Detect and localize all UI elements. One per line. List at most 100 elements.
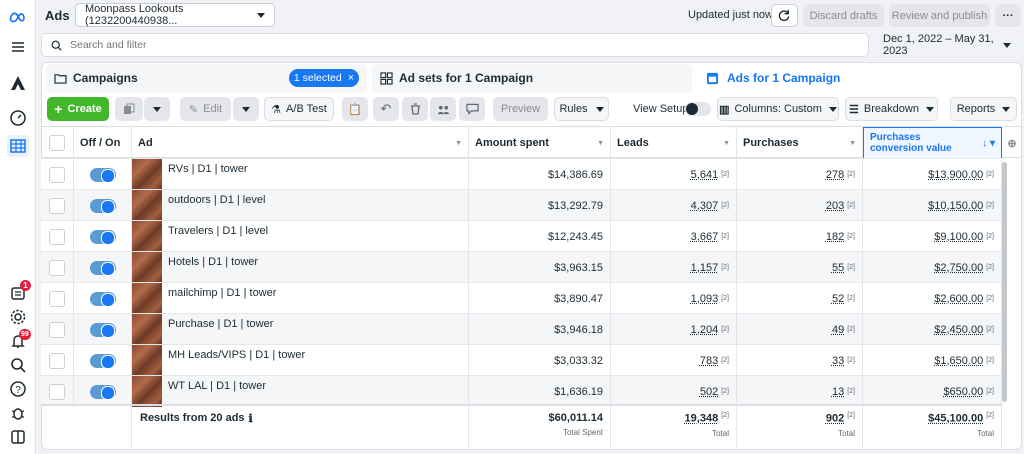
- ad-on-off-toggle[interactable]: [89, 322, 116, 338]
- table-row[interactable]: Travelers | D1 | level $12,243.45 3,667 [2]…: [41, 220, 1002, 252]
- bug-report-icon[interactable]: [7, 402, 29, 424]
- ad-thumbnail[interactable]: [132, 283, 162, 314]
- tab-ads[interactable]: Ads for 1 Campaign: [706, 64, 840, 92]
- refresh-button[interactable]: [771, 4, 798, 27]
- search-filter-bar[interactable]: [41, 33, 869, 57]
- table-row[interactable]: outdoors | D1 | level $13,292.79 4,307 [2] 2…: [41, 189, 1002, 221]
- columns-button[interactable]: ▥ Columns: Custom: [717, 97, 839, 121]
- vertical-scrollbar[interactable]: [1002, 162, 1007, 402]
- ad-name[interactable]: mailchimp | D1 | tower: [168, 287, 276, 299]
- header-leads[interactable]: Leads ▼: [611, 127, 737, 159]
- audience-button[interactable]: [430, 97, 456, 121]
- ad-thumbnail[interactable]: [132, 345, 162, 376]
- dashboard-gauge-icon[interactable]: [7, 107, 29, 129]
- notifications-list-icon[interactable]: 1: [7, 280, 31, 304]
- tab-campaigns[interactable]: Campaigns: [54, 64, 138, 92]
- table-row[interactable]: WT LAL | D1 | tower $1,636.19 502 [2] 13 [2] $…: [41, 375, 1002, 407]
- row-ad-cell: MH Leads/VIPS | D1 | tower: [132, 345, 469, 376]
- row-checkbox[interactable]: [49, 197, 65, 214]
- ad-on-off-toggle[interactable]: [89, 198, 116, 214]
- breakdown-button[interactable]: ☰ Breakdown: [845, 97, 938, 121]
- discard-drafts-button[interactable]: Discard drafts: [803, 4, 884, 27]
- row-checkbox[interactable]: [49, 383, 65, 400]
- row-checkbox[interactable]: [49, 166, 65, 183]
- ad-name[interactable]: Hotels | D1 | tower: [168, 256, 258, 268]
- ad-thumbnail[interactable]: [132, 252, 162, 283]
- panel-toggle-icon[interactable]: [7, 426, 29, 448]
- reports-button[interactable]: Reports: [950, 97, 1017, 121]
- duplicate-dropdown[interactable]: [144, 97, 170, 121]
- ad-thumbnail[interactable]: [132, 221, 162, 252]
- ad-on-off-toggle[interactable]: [89, 384, 116, 400]
- info-icon[interactable]: ℹ: [249, 412, 253, 425]
- ad-name[interactable]: WT LAL | D1 | tower: [168, 380, 266, 392]
- purchases-value: 55: [831, 261, 845, 274]
- header-ad[interactable]: Ad ▼: [132, 127, 469, 159]
- row-checkbox[interactable]: [49, 228, 65, 245]
- alerts-bell-icon[interactable]: 99: [7, 329, 31, 352]
- campaigns-table-icon[interactable]: [7, 135, 29, 157]
- table-row[interactable]: RVs | D1 | tower $14,386.69 5,641 [2] 278 [2]…: [41, 158, 1002, 190]
- header-conversion-value[interactable]: Purchases conversion value ↓ ▾: [863, 127, 1002, 159]
- add-column-icon[interactable]: ⊕: [1002, 127, 1022, 159]
- header-purchases[interactable]: Purchases ▼: [737, 127, 863, 159]
- date-range-picker[interactable]: Dec 1, 2022 – May 31, 2023: [874, 33, 1020, 57]
- row-checkbox[interactable]: [49, 259, 65, 276]
- table-row[interactable]: Hotels | D1 | tower $3,963.15 1,157 [2] 55 [2…: [41, 251, 1002, 283]
- footnote: [2]: [847, 388, 855, 395]
- ad-name[interactable]: MH Leads/VIPS | D1 | tower: [168, 349, 305, 361]
- table-row[interactable]: Purchase | D1 | tower $3,946.18 1,204 [2] 49…: [41, 313, 1002, 345]
- ad-name[interactable]: outdoors | D1 | level: [168, 194, 265, 206]
- ad-on-off-toggle[interactable]: [89, 167, 116, 183]
- menu-icon[interactable]: [7, 36, 29, 58]
- ad-on-off-toggle[interactable]: [89, 353, 116, 369]
- tab-adsets[interactable]: Ad sets for 1 Campaign: [380, 64, 533, 92]
- duplicate-button[interactable]: [115, 97, 143, 121]
- clipboard-button[interactable]: 📋: [342, 97, 368, 121]
- delete-button[interactable]: [402, 97, 428, 121]
- preview-button[interactable]: Preview: [493, 97, 548, 121]
- ad-on-off-toggle[interactable]: [89, 229, 116, 245]
- search-input[interactable]: [70, 37, 850, 53]
- row-checkbox[interactable]: [49, 352, 65, 369]
- ab-test-button[interactable]: ⚗ A/B Test: [264, 97, 334, 121]
- ad-thumbnail[interactable]: [132, 159, 162, 190]
- more-options-button[interactable]: ···: [995, 4, 1021, 27]
- ad-thumbnail[interactable]: [132, 190, 162, 221]
- undo-button[interactable]: ↶: [373, 97, 399, 121]
- create-button[interactable]: + Create: [47, 97, 109, 121]
- ad-on-off-toggle[interactable]: [89, 260, 116, 276]
- help-icon[interactable]: ?: [7, 378, 29, 400]
- selected-chip[interactable]: 1 selected ×: [289, 69, 359, 87]
- select-all-checkbox[interactable]: [49, 135, 65, 151]
- meta-logo-icon[interactable]: [7, 6, 29, 28]
- ad-thumbnail[interactable]: [132, 314, 162, 345]
- settings-gear-icon[interactable]: [7, 306, 29, 328]
- rules-button[interactable]: Rules: [554, 97, 609, 121]
- edit-dropdown[interactable]: [233, 97, 259, 121]
- row-checkbox[interactable]: [49, 290, 65, 307]
- row-leads-cell: 783 [2]: [611, 345, 737, 376]
- close-icon[interactable]: ×: [348, 72, 354, 84]
- search-icon[interactable]: [7, 354, 29, 376]
- header-amount-spent[interactable]: Amount spent ▼: [469, 127, 611, 159]
- ad-name[interactable]: Travelers | D1 | level: [168, 225, 268, 237]
- table-row[interactable]: MH Leads/VIPS | D1 | tower $3,033.32 783 [2…: [41, 344, 1002, 376]
- edit-button[interactable]: ✎ Edit: [180, 97, 231, 121]
- ad-name[interactable]: Purchase | D1 | tower: [168, 318, 273, 330]
- header-select-all[interactable]: [41, 127, 74, 159]
- ad-thumbnail[interactable]: [132, 376, 162, 407]
- view-setup-toggle[interactable]: [685, 102, 711, 116]
- ad-name[interactable]: RVs | D1 | tower: [168, 163, 247, 175]
- row-checkbox[interactable]: [49, 321, 65, 338]
- totals-conv-value: $45,100.00 [2] Total: [863, 406, 1002, 448]
- ad-on-off-toggle[interactable]: [89, 291, 116, 307]
- message-button[interactable]: [459, 97, 485, 121]
- refresh-icon: [778, 9, 790, 22]
- account-selector[interactable]: Moonpass Lookouts (1232200440938...: [75, 3, 275, 27]
- totals-purchases-sub: Total: [838, 428, 855, 438]
- review-publish-button[interactable]: Review and publish: [889, 4, 990, 27]
- table-header: Off / On Ad ▼ Amount spent ▼ Leads ▼ Purcha…: [41, 126, 1022, 159]
- table-row[interactable]: mailchimp | D1 | tower $3,890.47 1,093 [2] 5…: [41, 282, 1002, 314]
- ads-manager-icon[interactable]: [7, 72, 29, 94]
